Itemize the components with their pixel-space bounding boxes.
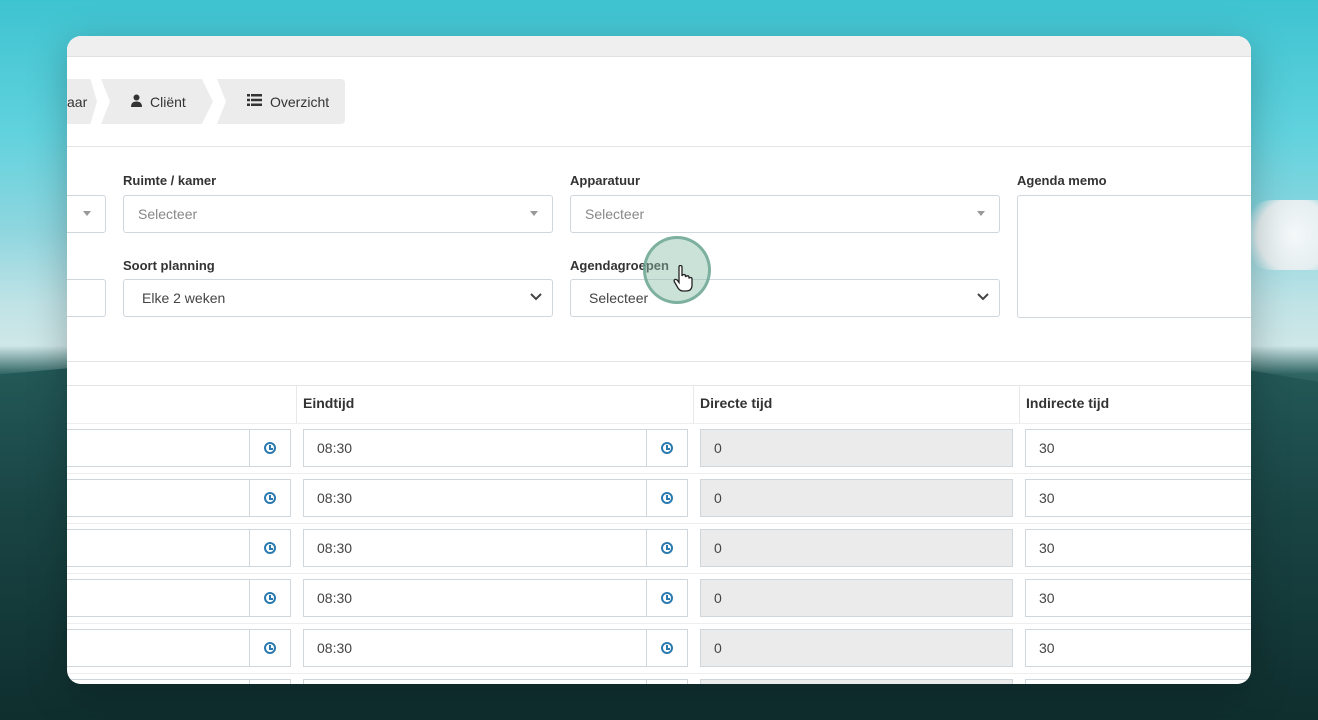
ruimte-placeholder: Selecteer: [138, 206, 198, 222]
indirecte-tijd-input[interactable]: [1025, 679, 1251, 684]
eindtijd-input[interactable]: 08:30: [303, 579, 647, 617]
clock-icon: [661, 592, 673, 604]
wizard-step-label: Cliënt: [150, 93, 186, 110]
table-row: 08:30 0 30: [67, 623, 1251, 673]
wizard-step-label: Overzicht: [270, 93, 330, 110]
directe-tijd-input: 0: [700, 629, 1013, 667]
clock-button[interactable]: [249, 479, 291, 517]
clock-icon: [661, 442, 673, 454]
clock-button[interactable]: [646, 529, 688, 567]
wizard-steps: aar Cliënt Overzicht: [67, 79, 345, 124]
eindtijd-input[interactable]: [303, 679, 647, 684]
clock-icon: [264, 542, 276, 554]
eindtijd-input[interactable]: 08:30: [303, 479, 647, 517]
soort-planning-label: Soort planning: [123, 258, 215, 273]
directe-tijd-input: 0: [700, 529, 1013, 567]
clock-icon: [661, 492, 673, 504]
agenda-memo-textarea[interactable]: [1017, 195, 1251, 318]
wizard-step-previous[interactable]: aar: [67, 79, 97, 124]
clock-button[interactable]: [249, 529, 291, 567]
clock-icon: [661, 542, 673, 554]
ruimte-select[interactable]: Selecteer: [123, 195, 553, 233]
clock-button[interactable]: [646, 629, 688, 667]
column-header-indirecte-tijd: Indirecte tijd: [1019, 386, 1251, 424]
clock-button[interactable]: [249, 579, 291, 617]
begintijd-input[interactable]: [67, 479, 250, 517]
agendagroepen-select[interactable]: Selecteer: [570, 279, 1000, 317]
clock-button[interactable]: [249, 429, 291, 467]
clock-icon: [264, 492, 276, 504]
table-row: 08:30 0 30: [67, 523, 1251, 573]
wizard-step-label: aar: [67, 93, 88, 110]
caret-down-icon: [977, 211, 985, 216]
hand-cursor-icon: [673, 265, 693, 292]
column-header-directe-tijd: Directe tijd: [693, 386, 1019, 424]
clock-button[interactable]: [249, 629, 291, 667]
soort-planning-select[interactable]: Elke 2 weken: [123, 279, 553, 317]
table-header: Eindtijd Directe tijd Indirecte tijd: [67, 385, 1251, 424]
chevron-down-icon: [977, 289, 989, 308]
begintijd-input[interactable]: [67, 529, 250, 567]
ruimte-label: Ruimte / kamer: [123, 173, 217, 188]
wizard-step-client[interactable]: Cliënt: [101, 79, 213, 124]
divider: [67, 146, 1251, 147]
directe-tijd-input: 0: [700, 579, 1013, 617]
list-icon: [247, 94, 262, 109]
wizard-step-overzicht[interactable]: Overzicht: [217, 79, 345, 124]
table-row: [67, 673, 1251, 684]
chevron-down-icon: [530, 289, 542, 308]
begintijd-input[interactable]: [67, 579, 250, 617]
directe-tijd-input: 0: [700, 429, 1013, 467]
begintijd-input[interactable]: [67, 679, 250, 684]
clock-button[interactable]: [646, 579, 688, 617]
table-row: 08:30 0 30: [67, 573, 1251, 623]
clock-icon: [264, 642, 276, 654]
window-titlebar: [67, 36, 1251, 57]
indirecte-tijd-input[interactable]: 30: [1025, 529, 1251, 567]
table-row: 08:30 0 30: [67, 473, 1251, 523]
app-window: aar Cliënt Overzicht Ruimte / kamer Sele…: [67, 36, 1251, 684]
agendagroepen-value: Selecteer: [589, 290, 649, 306]
clock-icon: [661, 642, 673, 654]
agenda-memo-label: Agenda memo: [1017, 173, 1107, 188]
caret-down-icon: [530, 211, 538, 216]
indirecte-tijd-input[interactable]: 30: [1025, 479, 1251, 517]
apparatuur-label: Apparatuur: [570, 173, 641, 188]
clock-button[interactable]: [646, 479, 688, 517]
indirecte-tijd-input[interactable]: 30: [1025, 629, 1251, 667]
table-row: 08:30 0 30: [67, 423, 1251, 473]
clock-button[interactable]: [646, 429, 688, 467]
eindtijd-input[interactable]: 08:30: [303, 629, 647, 667]
clock-icon: [264, 442, 276, 454]
apparatuur-placeholder: Selecteer: [585, 206, 645, 222]
begintijd-input[interactable]: [67, 629, 250, 667]
indirecte-tijd-input[interactable]: 30: [1025, 579, 1251, 617]
clock-icon: [264, 592, 276, 604]
soort-planning-value: Elke 2 weken: [142, 290, 226, 306]
clock-button[interactable]: [646, 679, 688, 684]
partial-select[interactable]: [67, 195, 106, 233]
begintijd-input[interactable]: [67, 429, 250, 467]
directe-tijd-input: 0: [700, 479, 1013, 517]
user-icon: [131, 94, 142, 110]
eindtijd-input[interactable]: 08:30: [303, 529, 647, 567]
caret-down-icon: [83, 211, 91, 216]
clock-button[interactable]: [249, 679, 291, 684]
indirecte-tijd-input[interactable]: 30: [1025, 429, 1251, 467]
directe-tijd-input: [700, 679, 1013, 684]
apparatuur-select[interactable]: Selecteer: [570, 195, 1000, 233]
partial-input[interactable]: [67, 279, 106, 317]
divider: [67, 361, 1251, 362]
eindtijd-input[interactable]: 08:30: [303, 429, 647, 467]
column-header-eindtijd: Eindtijd: [296, 386, 693, 424]
